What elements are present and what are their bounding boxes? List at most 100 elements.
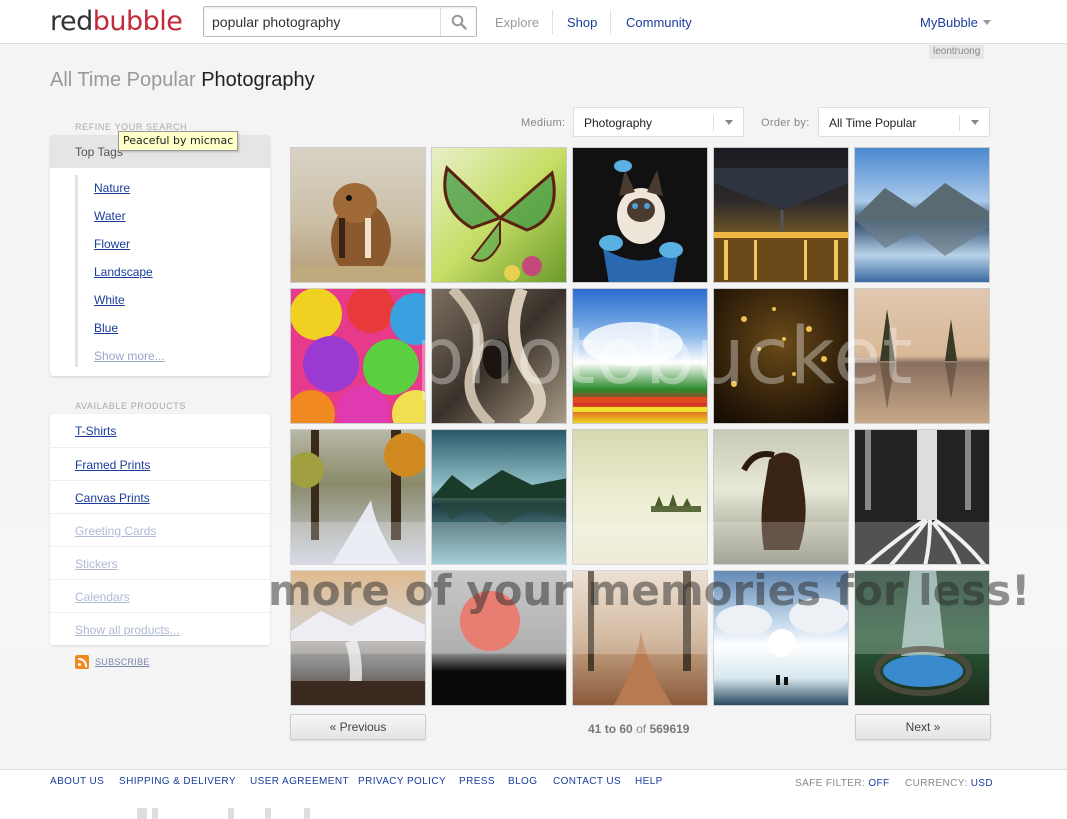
waterfall-image [291,606,425,705]
currency-selector[interactable]: CURRENCY: USD [905,778,993,789]
logo-text-bubble: bubble [92,6,183,37]
cut-off-text [304,808,310,819]
show-more-tags-link[interactable]: Show more... [94,349,165,363]
product-label: Show all products... [75,623,180,637]
photo-thumbnail[interactable] [713,570,849,706]
tag-link-blue[interactable]: Blue [94,321,118,335]
footer-link-shipping[interactable]: SHIPPING & DELIVERY [119,776,236,787]
nav-explore[interactable]: Explore [495,15,539,30]
kitten-image [599,160,683,282]
bridge-image [714,168,848,282]
photo-thumbnail[interactable] [854,288,990,424]
product-greeting-cards[interactable]: Greeting Cards [50,513,270,546]
tag-link-nature[interactable]: Nature [94,181,130,195]
butterfly-image [443,165,556,281]
photo-thumbnail[interactable] [290,429,426,565]
footer-link-blog[interactable]: BLOG [508,776,537,787]
total-results: 569619 [649,722,690,736]
tree-roots-image [864,430,986,564]
footer-link-help[interactable]: HELP [635,776,663,787]
next-page-button[interactable]: Next » [855,714,991,740]
product-tshirts[interactable]: T-Shirts [50,414,270,447]
footer-link-privacy[interactable]: PRIVACY POLICY [358,776,446,787]
safe-filter[interactable]: SAFE FILTER: OFF [795,778,890,789]
footer-link-contact[interactable]: CONTACT US [553,776,621,787]
photo-thumbnail[interactable] [572,147,708,283]
autumn-path-image [588,571,691,705]
photo-thumbnail[interactable] [854,429,990,565]
blue-lake-image [432,470,566,526]
mountain-lake-image [855,183,989,256]
footer-link-press[interactable]: PRESS [459,776,495,787]
footer-link-user-agreement[interactable]: USER AGREEMENT [250,776,349,787]
order-select-value: All Time Popular [829,116,917,130]
photo-thumbnail[interactable] [713,429,849,565]
photo-thumbnail[interactable] [431,429,567,565]
select-divider [713,115,714,131]
range-end: 60 [619,722,633,736]
photo-thumbnail[interactable] [431,147,567,283]
photo-thumbnail[interactable] [431,570,567,706]
chevron-down-icon[interactable] [983,20,991,25]
photo-thumbnail[interactable] [290,147,426,283]
product-canvas-prints[interactable]: Canvas Prints [50,480,270,513]
photo-thumbnail[interactable] [572,288,708,424]
order-label: Order by: [761,117,810,129]
previous-page-button[interactable]: « Previous [290,714,426,740]
misty-island-image [651,494,701,512]
products-heading: AVAILABLE PRODUCTS [75,401,186,411]
umbrellas-image [291,289,425,423]
tulip-field-image [573,322,707,412]
currency-value: USD [970,778,994,789]
page-title-sort: All Time Popular [50,69,196,91]
sunset-clouds-image [716,598,848,685]
page-title: All Time Popular Photography [50,69,315,92]
search-input[interactable] [212,12,432,32]
redbubble-logo[interactable]: redbubble [50,6,183,37]
cut-off-text [265,808,271,819]
rss-icon[interactable] [75,655,89,669]
cut-off-text [152,808,158,819]
photo-thumbnail[interactable] [854,147,990,283]
nav-divider [552,10,553,34]
medium-select[interactable]: Photography [573,107,744,137]
tree-bark-image [448,289,546,423]
misty-trees-image [880,309,957,409]
products-panel: T-Shirts Framed Prints Canvas Prints Gre… [50,414,270,645]
product-label: Greeting Cards [75,524,157,538]
search-button[interactable] [440,7,476,36]
tag-link-landscape[interactable]: Landscape [94,265,153,279]
mybubble-menu[interactable]: MyBubble [920,15,978,30]
photo-thumbnail[interactable] [431,288,567,424]
product-stickers[interactable]: Stickers [50,546,270,579]
subscribe-link[interactable]: SUBSCRIBE [95,657,150,667]
search-icon [451,14,467,30]
range-to: to [604,722,617,736]
photo-thumbnail[interactable] [290,570,426,706]
footer-link-about[interactable]: ABOUT US [50,776,104,787]
photo-thumbnail[interactable] [854,570,990,706]
tag-link-water[interactable]: Water [94,209,126,223]
photo-thumbnail[interactable] [290,288,426,424]
nav-community[interactable]: Community [626,15,692,30]
horse-image [741,451,806,550]
range-start: 41 [588,722,602,736]
tag-link-white[interactable]: White [94,293,125,307]
product-framed-prints[interactable]: Framed Prints [50,447,270,480]
product-label: Framed Prints [75,458,151,472]
medium-select-value: Photography [584,116,653,130]
order-select[interactable]: All Time Popular [818,107,990,137]
photo-thumbnail[interactable] [572,570,708,706]
top-tags-panel: Top Tags Nature Water Flower Landscape W… [50,135,270,376]
range-of: of [636,722,647,736]
safe-filter-label: SAFE FILTER: [795,778,866,789]
currency-label: CURRENCY: [905,778,968,789]
photo-thumbnail[interactable] [713,288,849,424]
photo-thumbnail[interactable] [572,429,708,565]
cut-off-text [228,808,234,819]
tag-link-flower[interactable]: Flower [94,237,130,251]
nav-shop[interactable]: Shop [567,15,597,30]
photo-thumbnail[interactable] [713,147,849,283]
product-calendars[interactable]: Calendars [50,579,270,612]
show-all-products-link[interactable]: Show all products... [50,612,270,645]
